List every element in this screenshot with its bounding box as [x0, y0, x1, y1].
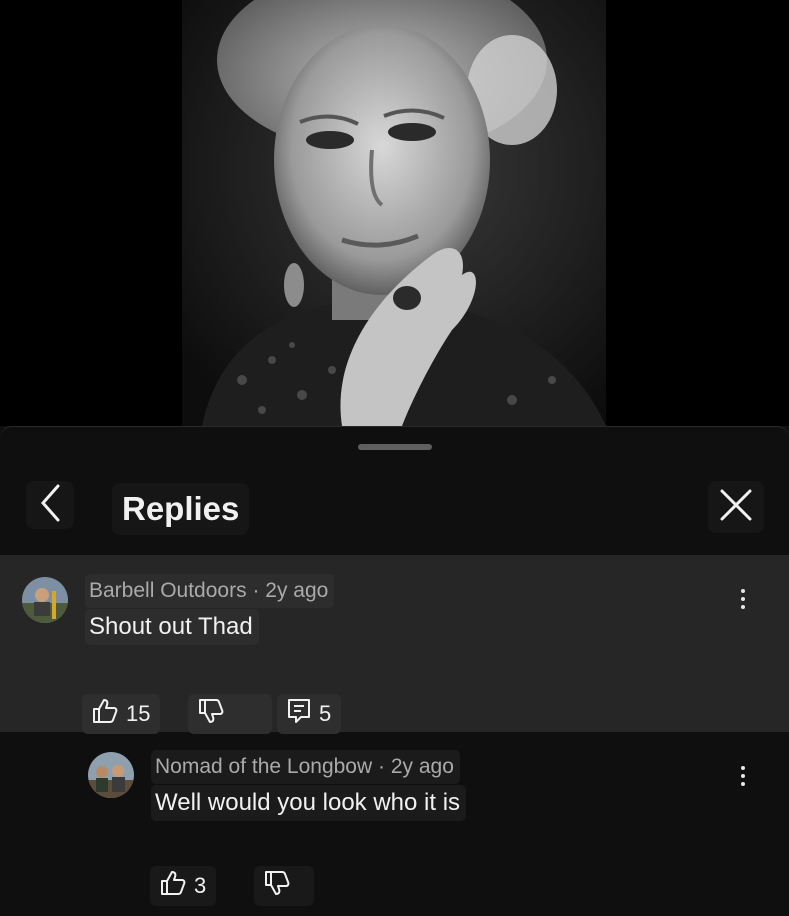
like-count: 15: [126, 701, 151, 726]
thumbs-down-icon: [198, 698, 224, 730]
more-options-button[interactable]: [728, 579, 758, 619]
close-icon: [719, 488, 753, 527]
more-vertical-icon: [741, 589, 745, 593]
reply-age: 2y ago: [390, 755, 454, 778]
meta-separator: ·: [378, 755, 385, 778]
more-options-button[interactable]: [728, 756, 758, 796]
reply-count: 5: [319, 701, 332, 726]
replies-sheet: Replies Barbell Outdoors · 2y ago Shout …: [0, 426, 789, 916]
close-button[interactable]: [708, 481, 764, 533]
like-count: 3: [194, 873, 207, 898]
chevron-left-icon: [38, 483, 62, 528]
thumbs-up-icon: [92, 698, 118, 730]
video-player[interactable]: [0, 0, 789, 426]
reply-text: Well would you look who it is: [151, 785, 467, 821]
reply-count-button[interactable]: 5: [277, 694, 342, 734]
comment-meta: Barbell Outdoors · 2y ago: [85, 574, 335, 608]
reply-item: Nomad of the Longbow · 2y ago Well would…: [0, 732, 789, 916]
video-frame-portrait: [182, 0, 606, 426]
thumbs-down-icon: [264, 870, 290, 902]
more-vertical-icon: [741, 766, 745, 770]
comment-author[interactable]: Barbell Outdoors: [89, 579, 247, 602]
like-button[interactable]: 3: [150, 866, 217, 906]
sheet-drag-handle[interactable]: [358, 444, 432, 450]
thumbs-up-icon: [160, 870, 186, 902]
reply-comment-icon: [287, 698, 311, 730]
avatar[interactable]: [22, 577, 68, 623]
like-button[interactable]: 15: [82, 694, 161, 734]
page-title: Replies: [112, 483, 250, 535]
avatar[interactable]: [88, 752, 134, 798]
comment-text: Shout out Thad: [85, 609, 259, 645]
reply-meta: Nomad of the Longbow · 2y ago: [151, 750, 460, 784]
dislike-button[interactable]: [254, 866, 314, 906]
reply-author[interactable]: Nomad of the Longbow: [155, 755, 372, 778]
dislike-button[interactable]: [188, 694, 272, 734]
meta-separator: ·: [252, 579, 260, 602]
parent-comment: Barbell Outdoors · 2y ago Shout out Thad…: [0, 555, 789, 734]
back-button[interactable]: [26, 481, 74, 529]
comment-age: 2y ago: [265, 579, 329, 602]
